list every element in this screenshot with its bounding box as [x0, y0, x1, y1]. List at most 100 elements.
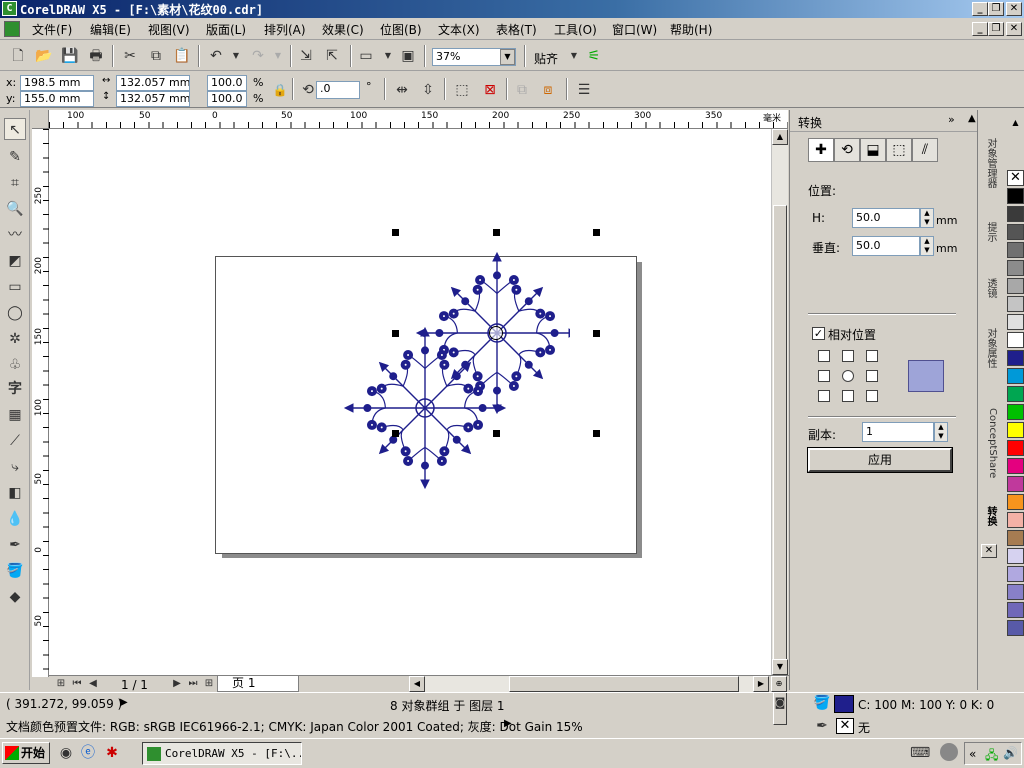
- vertical-scroll-thumb[interactable]: [773, 205, 787, 725]
- position-v-input[interactable]: 50.0: [852, 236, 920, 256]
- tab-object-properties[interactable]: 对象属性: [981, 328, 998, 368]
- outline-pen-tool-icon[interactable]: ✒: [4, 534, 26, 556]
- chrome-icon[interactable]: ◉: [56, 743, 76, 763]
- palette-swatch[interactable]: [1007, 440, 1024, 456]
- ruler-origin[interactable]: [32, 110, 49, 129]
- palette-scroll-up-icon[interactable]: ▲: [1007, 118, 1024, 132]
- prev-page-icon[interactable]: ◀: [83, 674, 103, 694]
- no-color-swatch[interactable]: ✕: [1007, 170, 1024, 186]
- position-v-spinner[interactable]: ▲ ▼: [920, 236, 934, 256]
- palette-swatch[interactable]: [1007, 224, 1024, 240]
- menu-table[interactable]: 表格(T): [496, 21, 537, 38]
- rotation-center-marker[interactable]: [489, 326, 503, 340]
- polygon-tool-icon[interactable]: ✲: [4, 328, 26, 350]
- interactive-blend-tool-icon[interactable]: ◧: [4, 482, 26, 504]
- taskbar-coreldraw-button[interactable]: CorelDRAW X5 - [F:\...: [142, 742, 302, 765]
- selection-handle[interactable]: [493, 430, 500, 437]
- skew-tab-icon[interactable]: ⫽: [912, 138, 938, 162]
- position-tab-icon[interactable]: ✚: [808, 138, 834, 162]
- print-icon[interactable]: 🖶: [86, 46, 106, 66]
- palette-swatch[interactable]: [1007, 206, 1024, 222]
- application-launcher-icon[interactable]: ▭: [356, 46, 376, 66]
- palette-swatch[interactable]: [1007, 260, 1024, 276]
- horizontal-ruler[interactable]: 100 50 0 50 100 150 200 250 300 350 毫米: [49, 110, 788, 129]
- menu-arrange[interactable]: 排列(A): [264, 21, 306, 38]
- open-icon[interactable]: 📂: [34, 46, 54, 66]
- export-icon[interactable]: ⇱: [322, 46, 342, 66]
- network-icon[interactable]: 🖧: [985, 746, 998, 767]
- doc-close-button[interactable]: ✕: [1006, 22, 1022, 36]
- status-expand-icon[interactable]: ▶: [120, 697, 128, 708]
- docker-expand-icon[interactable]: »: [948, 113, 955, 126]
- copies-input[interactable]: 1: [862, 422, 934, 442]
- relative-position-checkbox[interactable]: ✓: [812, 327, 825, 340]
- pick-tool-icon[interactable]: ↖: [4, 118, 26, 140]
- anchor-point-grid[interactable]: [818, 350, 878, 402]
- tray-expand-icon[interactable]: «: [969, 747, 976, 761]
- snap-indicator-icon[interactable]: ◙: [770, 693, 790, 713]
- fill-tool-icon[interactable]: 🪣: [4, 560, 26, 582]
- save-icon[interactable]: 💾: [60, 46, 80, 66]
- selection-handle[interactable]: [593, 229, 600, 236]
- vertical-ruler[interactable]: 250 200 150 100 50 0 50: [32, 129, 49, 677]
- palette-swatch[interactable]: [1007, 476, 1024, 492]
- palette-swatch[interactable]: [1007, 566, 1024, 582]
- combine-icon[interactable]: ⧉: [512, 80, 532, 100]
- anchor-bottom-left[interactable]: [818, 390, 830, 402]
- basic-shapes-tool-icon[interactable]: ♧: [4, 354, 26, 376]
- menu-layout[interactable]: 版面(L): [206, 21, 246, 38]
- palette-swatch[interactable]: [1007, 188, 1024, 204]
- mirror-horizontal-icon[interactable]: ⇹: [392, 80, 412, 100]
- anchor-middle-right[interactable]: [866, 370, 878, 382]
- coreldraw-app-icon[interactable]: C: [2, 1, 17, 16]
- palette-swatch[interactable]: [1007, 584, 1024, 600]
- maximize-button[interactable]: ❐: [988, 2, 1004, 16]
- rectangle-tool-icon[interactable]: ▭: [4, 276, 26, 298]
- menu-effects[interactable]: 效果(C): [322, 21, 364, 38]
- shape-tool-icon[interactable]: ✎: [4, 146, 26, 168]
- vertical-scrollbar[interactable]: ▲ ▼: [771, 129, 788, 725]
- doc-minimize-button[interactable]: _: [972, 22, 988, 36]
- scroll-up-button[interactable]: ▲: [772, 129, 788, 145]
- fill-color-swatch[interactable]: [834, 695, 854, 713]
- tray-app-icon[interactable]: [940, 743, 958, 761]
- palette-swatch[interactable]: [1007, 350, 1024, 366]
- scale-width-input[interactable]: 100.0: [207, 75, 247, 91]
- menu-view[interactable]: 视图(V): [148, 21, 190, 38]
- welcome-screen-icon[interactable]: ▣: [398, 46, 418, 66]
- smart-fill-tool-icon[interactable]: ◩: [4, 250, 26, 272]
- size-tab-icon[interactable]: ⬚: [886, 138, 912, 162]
- ungroup-icon[interactable]: ⊠: [480, 80, 500, 100]
- page-tab-1[interactable]: 页 1: [217, 676, 299, 692]
- crop-tool-icon[interactable]: ⌗: [4, 172, 26, 194]
- add-page-after-icon[interactable]: ⊞: [199, 674, 219, 694]
- start-button[interactable]: 开始: [2, 742, 50, 764]
- palette-swatch[interactable]: [1007, 512, 1024, 528]
- palette-swatch[interactable]: [1007, 278, 1024, 294]
- align-distribute-icon[interactable]: ☰: [574, 80, 594, 100]
- copy-icon[interactable]: ⧉: [146, 46, 166, 66]
- eyedropper-tool-icon[interactable]: 💧: [4, 508, 26, 530]
- snap-to-menu[interactable]: 贴齐: [534, 50, 558, 67]
- docker-collapse-icon[interactable]: ▲: [968, 113, 976, 124]
- volume-icon[interactable]: 🔊: [1003, 746, 1018, 760]
- horizontal-scroll-thumb[interactable]: [509, 676, 739, 692]
- tab-object-manager[interactable]: 对象管理器: [981, 138, 998, 188]
- mirror-vertical-icon[interactable]: ⇳: [418, 80, 438, 100]
- scroll-down-button[interactable]: ▼: [772, 659, 788, 675]
- tab-transform[interactable]: 转换: [981, 506, 998, 526]
- navigator-icon[interactable]: ⊕: [771, 676, 787, 692]
- keyboard-icon[interactable]: ⌨: [910, 743, 930, 763]
- zoom-dropdown-icon[interactable]: ▼: [500, 49, 515, 65]
- palette-swatch[interactable]: [1007, 368, 1024, 384]
- selection-handle[interactable]: [392, 330, 399, 337]
- scroll-left-button[interactable]: ◀: [409, 676, 425, 692]
- height-input[interactable]: 132.057 mm: [116, 91, 190, 107]
- palette-swatch[interactable]: [1007, 314, 1024, 330]
- palette-swatch[interactable]: [1007, 494, 1024, 510]
- palette-swatch[interactable]: [1007, 530, 1024, 546]
- group-icon[interactable]: ⬚: [452, 80, 472, 100]
- scroll-right-button[interactable]: ▶: [753, 676, 769, 692]
- dimension-tool-icon[interactable]: ⟋: [4, 430, 26, 452]
- scale-mirror-tab-icon[interactable]: ⬓: [860, 138, 886, 162]
